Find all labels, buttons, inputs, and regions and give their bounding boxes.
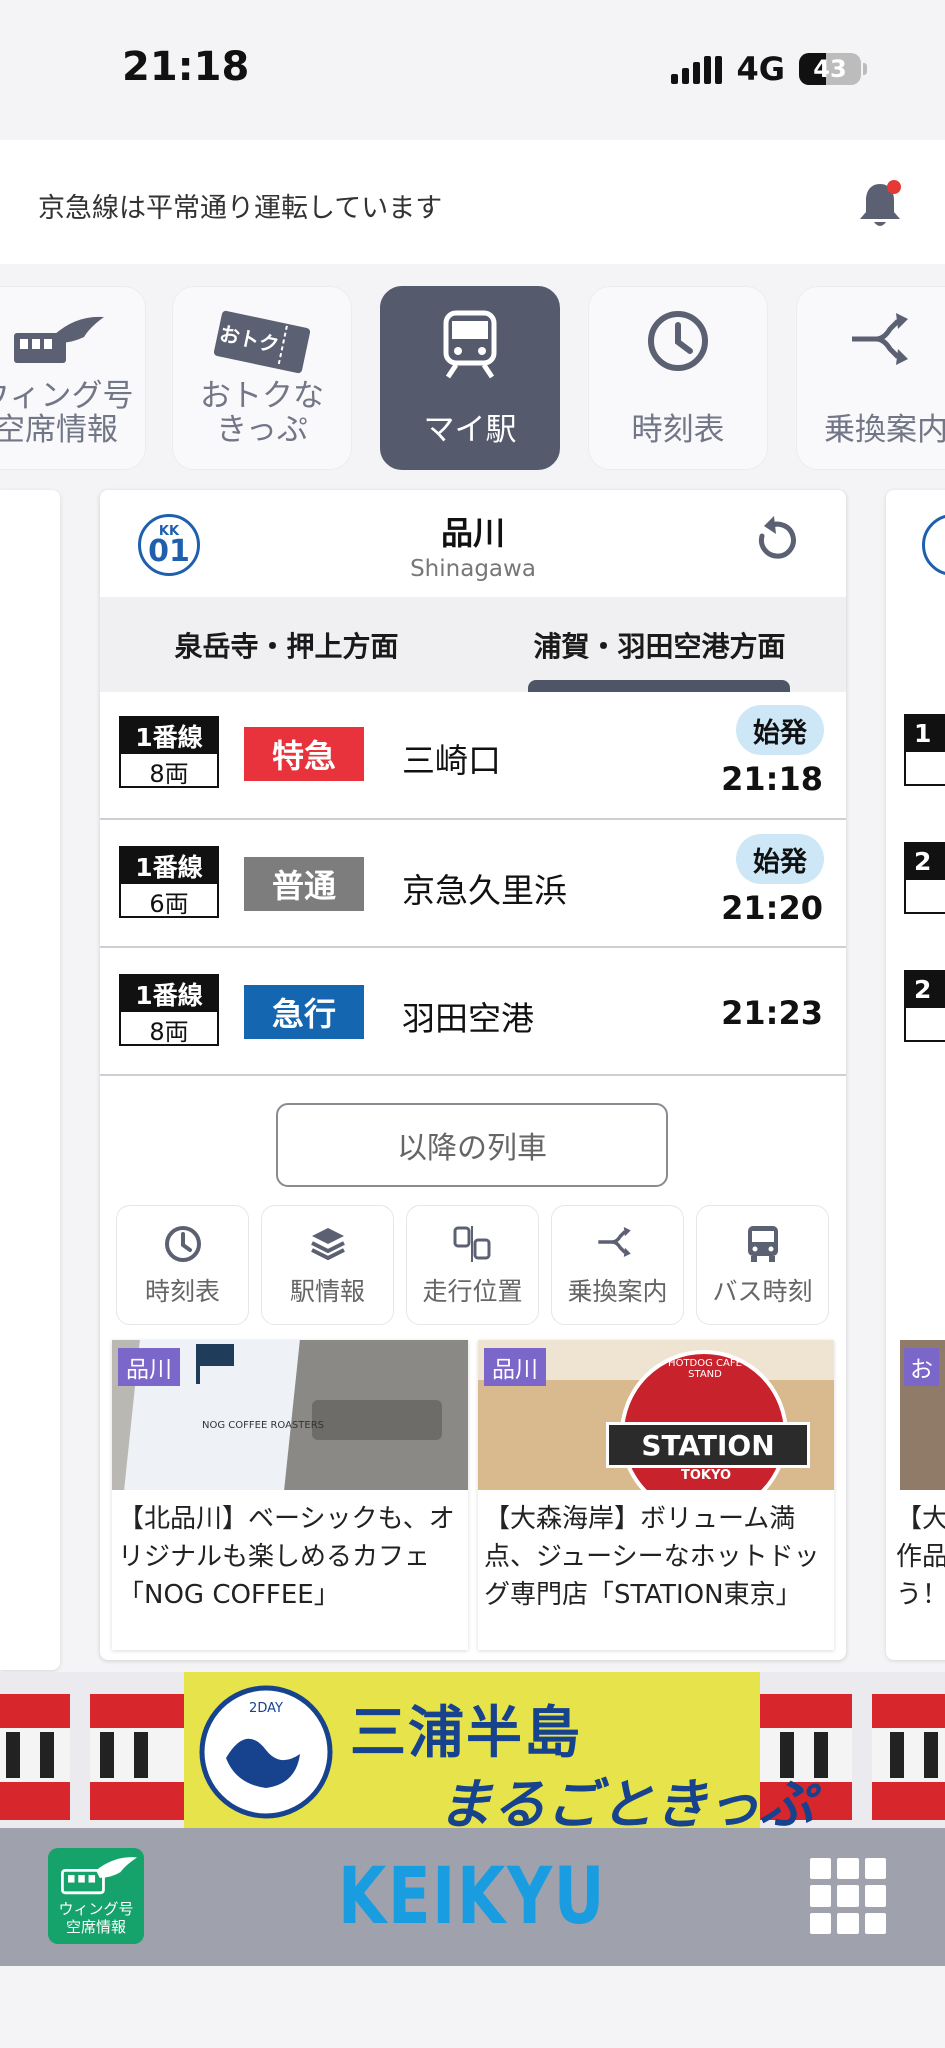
bus-icon <box>747 1226 778 1262</box>
article-title: 【大森海岸】ボリューム満点、ジューシーなホットドッグ専門店「STATION東京」 <box>484 1504 820 1610</box>
departure-time: 21:20 <box>721 889 823 927</box>
sub-transfer-button[interactable]: 乗換案内 <box>551 1205 684 1325</box>
refresh-icon[interactable] <box>752 514 798 566</box>
nav-wing-seat[interactable]: ウィング号 空席情報 <box>0 286 146 470</box>
tab-direction-uraga-haneda[interactable]: 浦賀・羽田空港方面 <box>473 597 846 692</box>
nav-my-station[interactable]: マイ駅 <box>380 286 560 470</box>
train-type-badge: 急行 <box>244 985 364 1039</box>
grid-menu-icon[interactable] <box>810 1858 886 1934</box>
destination: 三崎口 <box>402 741 501 780</box>
nav-transfer[interactable]: 乗換案内 <box>796 286 945 470</box>
signal-icon <box>671 54 723 84</box>
origin-badge: 始発 <box>736 705 824 755</box>
destination: 京急久里浜 <box>402 871 567 910</box>
tab-direction-oshiage[interactable]: 泉岳寺・押上方面 <box>100 597 473 692</box>
status-time: 21:18 <box>122 44 250 90</box>
bell-icon[interactable] <box>856 178 904 230</box>
station-name: 品川 <box>440 514 505 552</box>
battery-icon: 43 <box>799 53 861 85</box>
track-badge: 1番線 6両 <box>119 846 219 918</box>
wing-icon <box>14 316 104 363</box>
later-trains-button[interactable]: 以降の列車 <box>276 1103 668 1187</box>
home-indicator-area <box>0 1966 945 2048</box>
article-card[interactable]: NOG COFFEE ROASTERS 品川 【北品川】ベーシックも、オリジナル… <box>112 1340 468 1650</box>
ad-seal-icon: 2DAY <box>199 1685 333 1819</box>
nav-discount-ticket[interactable]: おトク おトクな きっぷ <box>172 286 352 470</box>
keikyu-logo: KEIKYU <box>338 1852 607 1942</box>
article-title: 【北品川】ベーシックも、オリジナルも楽しめるカフェ「NOG COFFEE」 <box>118 1504 455 1610</box>
train-type-badge: 普通 <box>244 857 364 911</box>
track-badge: 1番線 8両 <box>119 716 219 788</box>
notice-text: 京急線は平常通り運転しています <box>38 193 443 224</box>
sub-train-position-button[interactable]: 走行位置 <box>406 1205 539 1325</box>
sub-bus-time-button[interactable]: バス時刻 <box>696 1205 829 1325</box>
prev-station-card[interactable] <box>0 490 60 1670</box>
origin-badge: 始発 <box>736 834 824 884</box>
layers-icon <box>310 1228 345 1261</box>
article-card[interactable]: HOTDOG CAFE STAND STATION TOKYO 品川 【大森海岸… <box>478 1340 834 1650</box>
network-label: 4G <box>736 50 785 88</box>
status-indicators: 4G 43 <box>671 50 867 88</box>
ticket-icon: おトク <box>213 310 311 374</box>
active-tab-indicator <box>528 680 790 692</box>
departure-time: 21:23 <box>721 994 823 1032</box>
wing-seat-label: ウィング号 空席情報 <box>58 1900 134 1936</box>
nav-timetable[interactable]: 時刻表 <box>588 286 768 470</box>
track-badge: 1番線 8両 <box>119 974 219 1046</box>
destination: 羽田空港 <box>402 999 534 1038</box>
sub-timetable-button[interactable]: 時刻表 <box>116 1205 249 1325</box>
transfer-icon <box>852 313 908 365</box>
ad-title: 三浦半島 <box>350 1701 582 1766</box>
departure-time: 21:18 <box>721 760 823 798</box>
wing-icon <box>61 1857 138 1895</box>
article-image: HOTDOG CAFE STAND STATION TOKYO 品川 <box>478 1340 834 1490</box>
clock-icon <box>164 1226 201 1262</box>
train-icon <box>443 310 497 379</box>
station-name-roman: Shinagawa <box>410 556 536 582</box>
clock-icon <box>648 311 708 371</box>
sub-station-info-button[interactable]: 駅情報 <box>261 1205 394 1325</box>
article-image: NOG COFFEE ROASTERS 品川 <box>112 1340 468 1490</box>
train-position-icon <box>453 1226 490 1262</box>
train-type-badge: 特急 <box>244 727 364 781</box>
next-station-card[interactable]: 1 2 2 お 【大 作品 う！ <box>886 490 945 1660</box>
transfer-icon <box>597 1226 631 1258</box>
svg-text:2DAY: 2DAY <box>249 1701 283 1716</box>
